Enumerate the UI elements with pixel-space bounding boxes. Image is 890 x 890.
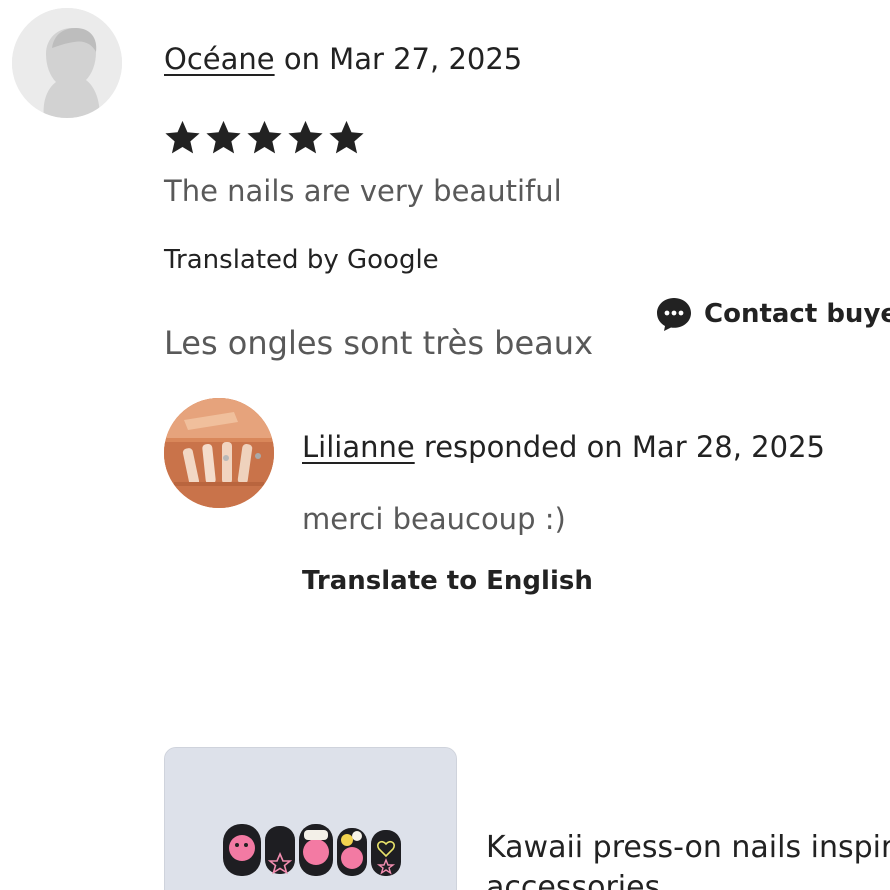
review-date: on Mar 27, 2025 bbox=[274, 42, 523, 76]
star-rating bbox=[162, 116, 367, 160]
review-page: Océane on Mar 27, 2025 The nails are ver… bbox=[0, 0, 890, 890]
response-date: responded on Mar 28, 2025 bbox=[414, 430, 825, 464]
seller-name-link[interactable]: Lilianne bbox=[302, 430, 415, 464]
contact-buyer-label: Contact buyer bbox=[704, 299, 890, 329]
review-header: Océane on Mar 27, 2025 bbox=[164, 40, 522, 78]
product-thumbnail[interactable] bbox=[164, 747, 457, 890]
star-icon bbox=[165, 120, 200, 154]
person-silhouette-icon bbox=[12, 8, 122, 118]
contact-buyer-button[interactable]: Contact buyer bbox=[656, 296, 890, 332]
chat-bubble-icon bbox=[657, 298, 691, 331]
reviewer-name-link[interactable]: Océane bbox=[164, 42, 275, 76]
star-icon bbox=[288, 120, 323, 154]
star-icon bbox=[329, 120, 364, 154]
review-text-original: Les ongles sont très beaux bbox=[164, 324, 593, 362]
response-header: Lilianne responded on Mar 28, 2025 bbox=[302, 428, 825, 466]
translate-to-english-button[interactable]: Translate to English bbox=[302, 563, 593, 599]
seller-shop-photo bbox=[164, 398, 274, 508]
review-text-translated: The nails are very beautiful bbox=[164, 174, 562, 208]
reviewer-avatar bbox=[12, 8, 122, 118]
star-icon bbox=[206, 120, 241, 154]
seller-avatar bbox=[164, 398, 274, 508]
product-image bbox=[165, 748, 456, 890]
product-title-link[interactable]: Kawaii press-on nails inspired accessori… bbox=[486, 828, 890, 890]
response-text: merci beaucoup :) bbox=[302, 502, 566, 536]
star-icon bbox=[247, 120, 282, 154]
translated-by-label: Translated by Google bbox=[164, 245, 439, 275]
